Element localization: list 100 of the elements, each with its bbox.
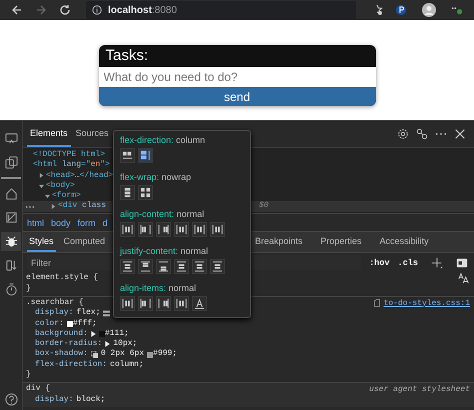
layout-option-button[interactable] [210,259,225,274]
forward-icon[interactable] [35,4,47,16]
layout-option-button[interactable] [120,185,135,200]
breadcrumb[interactable]: d [102,218,108,228]
v-start-icon [140,298,151,309]
toggle-button[interactable]: .cls [398,258,418,268]
help-icon[interactable] [4,393,18,406]
flex-editor-icon[interactable] [103,310,110,317]
layout-option-button[interactable] [174,259,189,274]
ellipsis-icon [25,204,35,209]
activity-button[interactable] [1,232,21,251]
flex-property-label: flex-direction: column [120,135,206,145]
css-declaration[interactable]: flex-direction: column; [26,360,144,370]
connection-icon[interactable] [416,128,428,140]
reload-icon[interactable] [59,4,71,16]
h-center-icon [122,261,133,272]
profile-avatar-icon[interactable] [422,3,436,17]
dom-node[interactable]: <body> [46,180,75,192]
breadcrumb[interactable]: form [78,218,96,228]
css-declaration[interactable]: border-radius: 10px; [26,339,138,350]
address-bar[interactable]: localhost:8080 [86,1,356,19]
dom-node[interactable]: <div class [58,201,106,212]
info-icon[interactable] [92,5,102,15]
layout-option-button[interactable] [120,148,135,163]
h-start-icon [140,261,151,272]
layout-option-button[interactable] [138,222,153,237]
color-swatch[interactable] [147,352,154,358]
rule-close-brace: } [26,370,31,380]
expand-triangle-icon[interactable] [105,341,110,348]
extension-icon[interactable] [395,4,407,16]
welcome-icon [4,211,18,224]
sidebar-toggle-icon[interactable] [456,256,468,268]
breadcrumb[interactable]: html [27,218,44,228]
collapsed-triangle-icon[interactable] [51,204,56,210]
layout-option-button[interactable] [156,222,171,237]
v-center-icon [122,224,133,235]
row-icon [122,150,133,161]
close-icon[interactable] [454,128,466,140]
expanded-triangle-icon[interactable] [45,194,50,199]
color-swatch[interactable] [98,331,105,338]
v-end-icon [158,224,169,235]
h-around-icon [176,261,187,272]
css-selector: div { [26,384,50,395]
plus-icon[interactable] [431,256,443,268]
v-between-icon [194,224,205,235]
layout-option-button[interactable] [174,222,189,237]
layout-option-button[interactable] [156,296,171,311]
pane-tab[interactable]: Styles [27,232,56,252]
layout-option-button[interactable] [120,222,135,237]
settings-icon[interactable] [397,128,409,140]
layout-option-button[interactable] [192,296,207,311]
expanded-triangle-icon[interactable] [39,184,44,189]
wrap-icon [140,187,151,198]
back-icon[interactable] [11,4,23,16]
collapsed-triangle-icon[interactable] [39,173,44,178]
layout-option-button[interactable] [174,296,189,311]
css-declaration[interactable]: display: flex; [26,308,110,319]
h-stretch-icon [212,261,223,272]
pane-tab[interactable]: Computed [62,232,108,252]
pane-tab[interactable]: Breakpoints [253,232,305,252]
layout-option-button[interactable] [138,148,153,163]
layout-option-button[interactable] [210,222,225,237]
pane-tab[interactable]: Properties [318,232,364,252]
layout-option-button[interactable] [120,259,135,274]
flex-property-label: align-content: normal [120,209,206,219]
pane-tab[interactable]: Accessibility [378,232,431,252]
source-link[interactable]: to-do-styles.css:1 [384,298,470,308]
send-button[interactable]: send [98,87,376,106]
v-stretch-icon [212,224,223,235]
layout-option-button[interactable] [192,222,207,237]
screencast-icon [4,132,18,145]
column-icon [140,150,151,161]
css-declaration[interactable]: display: block; [26,394,106,406]
layout-option-button[interactable] [138,185,153,200]
devtools-tab[interactable]: Sources [72,121,112,147]
color-swatch[interactable] [66,320,73,327]
expand-triangle-icon[interactable] [90,331,96,338]
task-input-field[interactable]: What do you need to do? [98,67,376,87]
layout-option-button[interactable] [138,296,153,311]
layout-option-button[interactable] [138,259,153,274]
shadow-editor-icon[interactable] [90,351,98,358]
layout-option-button[interactable] [120,296,135,311]
flex-property-label: justify-content: normal [120,246,210,256]
font-size-icon[interactable] [458,272,470,284]
dom-node[interactable]: <form> [52,191,81,202]
v-stretch-icon [176,298,187,309]
css-declaration[interactable]: box-shadow: 0 2px 6px #999; [26,349,178,360]
dom-node[interactable]: <html lang="en"> [33,160,110,171]
v-around-icon [176,224,187,235]
layout-option-button[interactable] [156,259,171,274]
timer-icon [4,283,18,296]
layout-option-button[interactable] [192,259,207,274]
toggle-button[interactable]: :hov [369,258,390,268]
dom-node[interactable]: <head>…</head> [46,170,114,181]
dom-node[interactable]: <!DOCTYPE html> [33,150,106,160]
file-icon [372,299,381,308]
breadcrumb[interactable]: body [51,218,71,228]
css-declaration[interactable]: background: #111; [26,328,129,340]
css-declaration[interactable]: color: #fff; [26,318,97,329]
flex-property-label: align-items: normal [120,283,198,293]
